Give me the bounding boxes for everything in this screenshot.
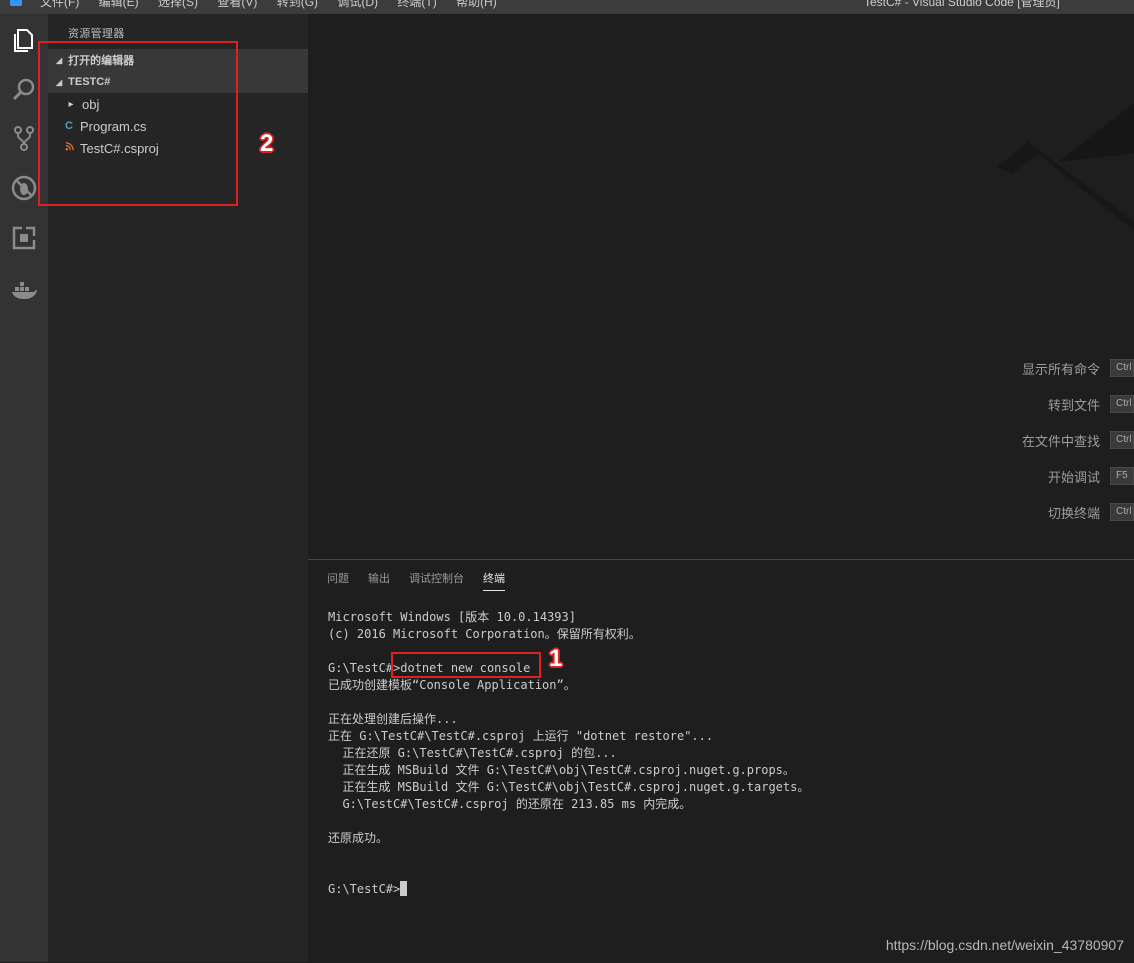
title-bar: 文件(F) 编辑(E) 选择(S) 查看(V) 转到(G) 调试(D) 终端(T…: [0, 0, 1134, 14]
terminal-line: 正在生成 MSBuild 文件 G:\TestC#\obj\TestC#.csp…: [328, 763, 795, 777]
extensions-icon[interactable]: [0, 214, 48, 262]
terminal-line: G:\TestC#\TestC#.csproj 的还原在 213.85 ms 内…: [328, 797, 692, 811]
terminal-line: 正在 G:\TestC#\TestC#.csproj 上运行 "dotnet r…: [328, 729, 714, 743]
keybinding: Ctrl: [1110, 503, 1134, 521]
annotation-box-2: [38, 41, 238, 206]
terminal-line: 还原成功。: [328, 831, 389, 845]
menu-edit[interactable]: 编辑(E): [99, 0, 139, 9]
annotation-box-1: [391, 652, 541, 678]
vscode-logo-icon: [10, 0, 22, 6]
terminal-line: 正在处理创建后操作...: [328, 712, 458, 726]
panel-tabs: 问题 输出 调试控制台 终端: [327, 570, 524, 591]
keybinding: Ctrl: [1110, 359, 1134, 377]
terminal-prompt-line: G:\TestC#>: [328, 881, 1128, 898]
menu-goto[interactable]: 转到(G): [277, 0, 318, 9]
menu-view[interactable]: 查看(V): [217, 0, 257, 9]
tab-debug-console[interactable]: 调试控制台: [409, 570, 464, 591]
terminal-line: 已成功创建模板“Console Application”。: [328, 678, 576, 692]
menu-file[interactable]: 文件(F): [40, 0, 79, 9]
annotation-label-1: 1: [549, 645, 563, 672]
keybinding: Ctrl: [1110, 431, 1134, 449]
terminal-line: Microsoft Windows [版本 10.0.14393]: [328, 610, 576, 624]
tab-problems[interactable]: 问题: [327, 570, 349, 591]
menu-selection[interactable]: 选择(S): [158, 0, 198, 9]
terminal-line: (c) 2016 Microsoft Corporation。保留所有权利。: [328, 627, 641, 641]
editor-area: 显示所有命令 Ctrl 转到文件 Ctrl 在文件中查找 Ctrl 开始调试 F…: [308, 14, 1134, 559]
shortcut-toggle-terminal: 切换终端 Ctrl: [1000, 503, 1134, 521]
menu-bar: 文件(F) 编辑(E) 选择(S) 查看(V) 转到(G) 调试(D) 终端(T…: [40, 0, 513, 10]
sidebar-title: 资源管理器: [68, 28, 125, 40]
shortcut-go-to-file: 转到文件 Ctrl: [1000, 395, 1134, 413]
shortcut-show-all-commands: 显示所有命令 Ctrl: [1000, 359, 1134, 377]
window-title: TestC# - Visual Studio Code [管理员]: [864, 0, 1060, 9]
keybinding: F5: [1110, 467, 1134, 485]
url-watermark: https://blog.csdn.net/weixin_43780907: [885, 937, 1124, 953]
docker-icon[interactable]: [0, 266, 48, 314]
vscode-watermark-icon: [998, 102, 1134, 231]
terminal-line: 正在还原 G:\TestC#\TestC#.csproj 的包...: [328, 746, 617, 760]
terminal-cursor: [400, 881, 408, 896]
tab-terminal[interactable]: 终端: [483, 570, 505, 591]
shortcut-start-debugging: 开始调试 F5: [1000, 467, 1134, 485]
terminal-line: 正在生成 MSBuild 文件 G:\TestC#\obj\TestC#.csp…: [328, 780, 810, 794]
menu-help[interactable]: 帮助(H): [456, 0, 497, 9]
terminal-prompt: G:\TestC#>: [328, 882, 401, 896]
tab-output[interactable]: 输出: [368, 570, 390, 591]
annotation-label-2: 2: [260, 130, 274, 157]
menu-terminal[interactable]: 终端(T): [397, 0, 436, 9]
menu-debug[interactable]: 调试(D): [337, 0, 378, 9]
bottom-panel: 问题 输出 调试控制台 终端 Microsoft Windows [版本 10.…: [308, 559, 1134, 963]
keybinding: Ctrl: [1110, 395, 1134, 413]
shortcut-find-in-files: 在文件中查找 Ctrl: [1000, 431, 1134, 449]
